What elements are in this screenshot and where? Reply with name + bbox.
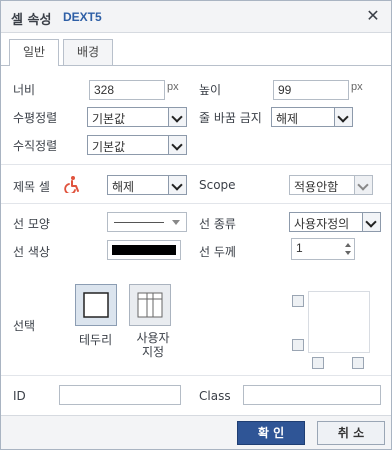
border-top-toggle[interactable] <box>292 295 304 307</box>
halign-label: 수평정렬 <box>13 111 58 125</box>
class-label: Class <box>199 389 231 403</box>
accessibility-icon <box>63 175 81 195</box>
line-color-picker[interactable] <box>107 240 181 260</box>
chevron-down-icon <box>168 108 186 126</box>
width-unit: px <box>167 81 179 93</box>
width-input[interactable]: 328 <box>89 80 165 100</box>
border-custom-button[interactable] <box>129 284 171 326</box>
line-thickness-value: 1 <box>296 241 303 255</box>
border-outline-button[interactable] <box>75 284 117 326</box>
ok-button[interactable]: 확 인 <box>237 421 305 445</box>
width-label: 너비 <box>13 83 36 97</box>
height-unit: px <box>351 81 363 93</box>
chevron-down-icon <box>168 176 186 194</box>
dialog-title: 셀 속성 <box>11 13 52 28</box>
id-input[interactable] <box>59 385 181 405</box>
border-outline-label: 테두리 <box>79 333 113 347</box>
chevron-down-icon <box>354 176 372 194</box>
section-divider <box>1 164 391 165</box>
close-icon[interactable]: ✕ <box>364 8 382 26</box>
section-divider <box>1 203 391 204</box>
border-preview <box>308 291 370 353</box>
line-type-value: 사용자정의 <box>294 217 350 231</box>
scope-label: Scope <box>199 178 236 192</box>
cell-properties-dialog: 셀 속성 DEXT5 ✕ 일반 배경 너비 328 px 높이 99 px 수평… <box>0 0 392 450</box>
scope-value: 적용안함 <box>294 180 339 194</box>
dialog-titlebar: 셀 속성 DEXT5 ✕ <box>1 1 391 33</box>
border-custom-label: 사용자 지정 <box>136 331 170 359</box>
border-left-toggle[interactable] <box>312 357 324 369</box>
border-right-toggle[interactable] <box>352 357 364 369</box>
header-cell-label: 제목 셀 <box>13 180 50 194</box>
stepper-up-icon[interactable] <box>345 243 351 247</box>
dialog-brand: DEXT5 <box>63 10 102 24</box>
scope-select[interactable]: 적용안함 <box>289 175 373 195</box>
header-cell-value: 해제 <box>112 180 135 194</box>
height-input[interactable]: 99 <box>273 80 349 100</box>
halign-value: 기본값 <box>92 112 126 126</box>
section-divider <box>1 375 391 376</box>
border-outline-icon <box>83 292 109 318</box>
tab-background[interactable]: 배경 <box>63 39 113 65</box>
line-type-select[interactable]: 사용자정의 <box>289 212 381 232</box>
id-label: ID <box>13 389 26 403</box>
valign-label: 수직정렬 <box>13 139 58 153</box>
nowrap-value: 해제 <box>276 112 299 126</box>
nowrap-select[interactable]: 해제 <box>271 107 353 127</box>
stepper-down-icon[interactable] <box>345 251 351 255</box>
valign-value: 기본값 <box>92 140 126 154</box>
line-style-label: 선 모양 <box>13 217 50 231</box>
chevron-down-icon <box>362 213 380 231</box>
nowrap-label: 줄 바꿈 금지 <box>199 111 262 125</box>
border-select-label: 선택 <box>13 319 36 333</box>
cancel-button[interactable]: 취 소 <box>317 421 385 445</box>
border-bottom-toggle[interactable] <box>292 339 304 351</box>
chevron-down-icon <box>168 136 186 154</box>
tab-divider <box>1 65 391 66</box>
class-input[interactable] <box>243 385 381 405</box>
height-label: 높이 <box>199 83 222 97</box>
border-custom-icon <box>137 292 163 318</box>
valign-select[interactable]: 기본값 <box>87 135 187 155</box>
dialog-footer: 확 인 취 소 <box>1 415 391 449</box>
color-swatch <box>112 245 176 255</box>
header-cell-select[interactable]: 해제 <box>107 175 187 195</box>
line-thickness-label: 선 두께 <box>199 245 236 259</box>
line-thickness-stepper[interactable]: 1 <box>291 238 355 260</box>
chevron-down-icon <box>334 108 352 126</box>
chevron-down-icon <box>172 220 180 225</box>
line-sample <box>114 222 164 223</box>
line-style-select[interactable] <box>107 212 187 232</box>
line-color-label: 선 색상 <box>13 245 50 259</box>
line-type-label: 선 종류 <box>199 217 236 231</box>
tab-general[interactable]: 일반 <box>9 39 59 66</box>
halign-select[interactable]: 기본값 <box>87 107 187 127</box>
